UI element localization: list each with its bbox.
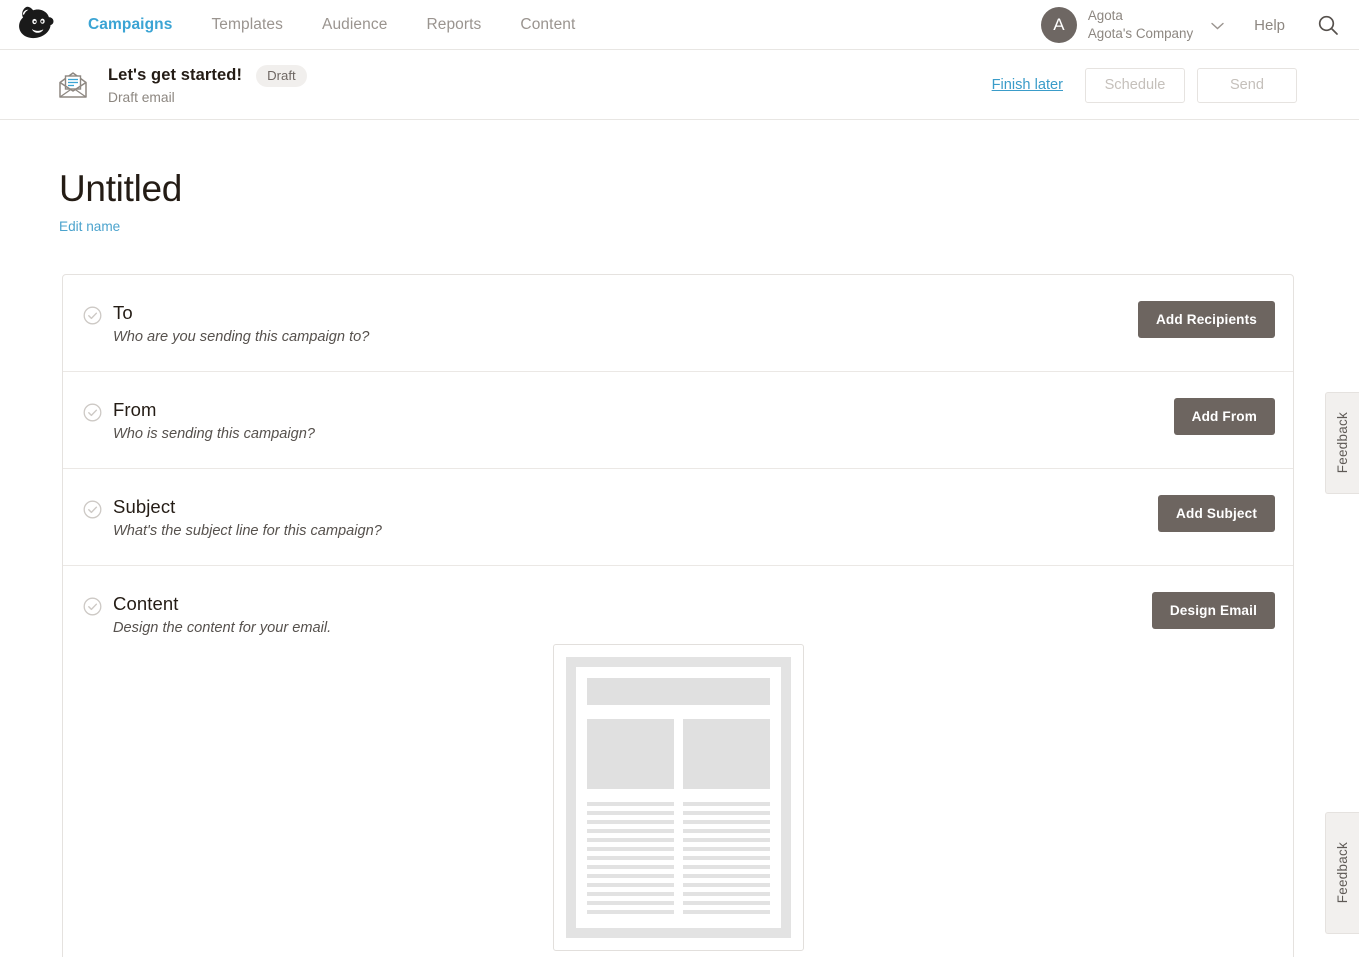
top-navigation-bar: Campaigns Templates Audience Reports Con… xyxy=(0,0,1359,50)
check-circle-icon xyxy=(83,306,102,345)
account-user-name: Agota xyxy=(1087,7,1123,23)
campaign-meta: Let's get started! Draft Draft email xyxy=(108,64,307,105)
campaign-checklist-card: To Who are you sending this campaign to?… xyxy=(62,274,1294,957)
finish-later-link[interactable]: Finish later xyxy=(992,77,1063,93)
preview-frame xyxy=(565,657,791,938)
nav-link-content[interactable]: Content xyxy=(520,16,575,34)
status-badge: Draft xyxy=(256,64,307,87)
preview-image-right xyxy=(682,719,770,789)
add-recipients-button[interactable]: Add Recipients xyxy=(1137,301,1275,338)
feedback-tab-top[interactable]: Feedback xyxy=(1325,392,1359,494)
check-circle-icon xyxy=(83,597,102,636)
checklist-row-content: Content Design the content for your emai… xyxy=(63,566,1293,957)
campaign-subheader: Let's get started! Draft Draft email Fin… xyxy=(0,50,1359,120)
checklist-title: Subject xyxy=(113,496,176,517)
account-menu[interactable]: Agota Agota's Company xyxy=(1088,7,1193,43)
feedback-tab-bottom[interactable]: Feedback xyxy=(1325,812,1359,934)
main-nav-links: Campaigns Templates Audience Reports Con… xyxy=(88,16,614,34)
preview-text-left xyxy=(586,802,674,914)
preview-image-left xyxy=(586,719,674,789)
help-link[interactable]: Help xyxy=(1254,17,1285,34)
open-envelope-icon xyxy=(57,70,89,100)
preview-text-columns xyxy=(586,802,770,914)
nav-link-campaigns[interactable]: Campaigns xyxy=(88,16,172,34)
preview-page xyxy=(575,667,781,928)
nav-link-audience[interactable]: Audience xyxy=(322,16,387,34)
checklist-description: Design the content for your email. xyxy=(113,620,332,636)
feedback-tab-label: Feedback xyxy=(1335,842,1350,904)
schedule-button[interactable]: Schedule xyxy=(1085,67,1185,103)
feedback-tab-label: Feedback xyxy=(1335,412,1350,474)
edit-name-link[interactable]: Edit name xyxy=(59,219,120,234)
checklist-title: To xyxy=(113,302,133,323)
campaign-title-block: Untitled Edit name xyxy=(0,120,1359,236)
email-template-preview[interactable] xyxy=(552,644,804,951)
campaign-actions: Finish later Schedule Send xyxy=(992,50,1297,120)
search-icon[interactable] xyxy=(1317,14,1339,36)
add-from-button[interactable]: Add From xyxy=(1173,398,1275,435)
checklist-description: Who is sending this campaign? xyxy=(113,426,315,442)
page-title: Untitled xyxy=(59,168,183,209)
checklist-row-to: To Who are you sending this campaign to?… xyxy=(63,275,1293,372)
nav-right-cluster: A Agota Agota's Company Help xyxy=(1040,0,1345,50)
avatar[interactable]: A xyxy=(1040,7,1077,43)
account-company-name: Agota's Company xyxy=(1087,26,1194,41)
preview-text-right xyxy=(682,802,770,914)
checklist-title: From xyxy=(113,399,157,420)
checklist-description: What's the subject line for this campaig… xyxy=(113,523,382,539)
design-email-button[interactable]: Design Email xyxy=(1151,592,1275,629)
campaign-type-label: Draft email xyxy=(108,89,175,105)
send-button[interactable]: Send xyxy=(1197,67,1297,103)
page-body: Untitled Edit name To Who are you sendin… xyxy=(0,120,1359,957)
checklist-row-from: From Who is sending this campaign? Add F… xyxy=(63,372,1293,469)
campaign-heading: Let's get started! xyxy=(108,66,243,84)
add-subject-button[interactable]: Add Subject xyxy=(1158,495,1275,532)
chevron-down-icon[interactable] xyxy=(1211,18,1224,33)
mailchimp-freddie-logo[interactable] xyxy=(10,1,66,49)
preview-hero-block xyxy=(586,678,770,705)
nav-link-templates[interactable]: Templates xyxy=(211,16,283,34)
checklist-description: Who are you sending this campaign to? xyxy=(113,329,370,345)
checklist-row-subject: Subject What's the subject line for this… xyxy=(63,469,1293,566)
checklist-title: Content xyxy=(113,593,179,614)
check-circle-icon xyxy=(83,403,102,442)
check-circle-icon xyxy=(83,500,102,539)
preview-image-columns xyxy=(586,719,770,789)
nav-link-reports[interactable]: Reports xyxy=(426,16,481,34)
